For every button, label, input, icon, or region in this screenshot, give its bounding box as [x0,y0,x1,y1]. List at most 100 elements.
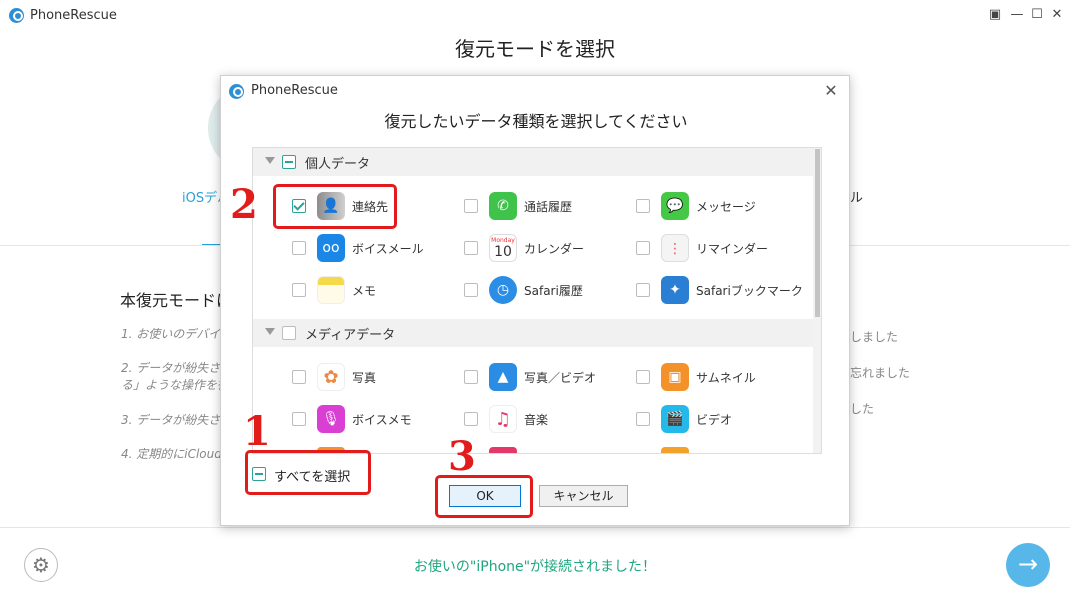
item-checkbox[interactable] [464,370,478,384]
item-voicemail[interactable]: oo ボイスメール [284,233,454,263]
annotation-box-select-all [245,450,371,495]
info-heading: 本復元モードに [120,291,233,310]
item-thumbnails[interactable]: ▣ サムネイル [628,362,798,392]
annotation-box-ok [435,475,533,518]
category-checkbox[interactable] [282,326,296,340]
app-logo-icon [9,8,24,23]
item-checkbox[interactable] [464,283,478,297]
item-notes[interactable]: メモ [284,275,454,305]
item-checkbox[interactable] [636,370,650,384]
item-checkbox[interactable] [292,283,306,297]
item-safari-bookmarks[interactable]: ✦ Safariブックマーク [628,275,803,305]
restore-icon[interactable]: ▣ [986,5,1004,25]
item-label: メモ [352,284,377,298]
item-checkbox[interactable] [292,412,306,426]
item-reminders[interactable]: ⋮ リマインダー [628,233,798,263]
item-messages[interactable]: 💬 メッセージ [628,191,798,221]
app-title: PhoneRescue [30,8,117,23]
list-scrollbar[interactable] [813,148,821,453]
scrollbar-thumb[interactable] [815,149,820,317]
dialog-close-icon[interactable]: ✕ [821,81,841,101]
info-line-right: しました [850,330,899,344]
voicemail-icon: oo [317,234,345,262]
item-call-history[interactable]: ✆ 通話履歴 [456,191,626,221]
annotation-step-2: 2 [230,181,258,228]
item-label: サムネイル [696,371,756,385]
maximize-button[interactable]: ☐ [1028,5,1046,25]
item-photos[interactable]: ✿ 写真 [284,362,454,392]
mode-label-right[interactable]: ル [850,187,863,206]
annotation-step-3: 3 [448,433,476,480]
cut-off-icon [489,447,517,453]
close-button[interactable]: ✕ [1048,5,1066,25]
expand-caret-icon[interactable] [265,157,275,164]
item-checkbox[interactable] [464,241,478,255]
item-checkbox[interactable] [636,412,650,426]
photos-icon: ✿ [317,363,345,391]
info-line-right: 忘れました [850,366,911,380]
cut-off-icon [661,447,689,453]
next-arrow-button[interactable]: → [1006,543,1050,587]
dialog-app-name: PhoneRescue [251,83,338,98]
item-label: 写真 [352,371,377,385]
item-label: Safariブックマーク [696,284,803,298]
video-icon: 🎬 [661,405,689,433]
phone-icon: ✆ [489,192,517,220]
item-label: 写真／ビデオ [524,371,597,385]
item-checkbox[interactable] [292,370,306,384]
item-label: ビデオ [696,413,733,427]
info-line: 3. データが紛失され [121,413,233,427]
page-title: 復元モードを選択 [455,37,615,61]
item-checkbox[interactable] [636,241,650,255]
calendar-day: 10 [494,244,512,260]
item-voice-memos[interactable]: 🎙 ボイスメモ [284,404,454,434]
dialog-logo-icon [229,84,244,99]
item-checkbox[interactable] [292,241,306,255]
item-photo-video[interactable]: ▲ 写真／ビデオ [456,362,626,392]
item-music[interactable]: ♫ 音楽 [456,404,626,434]
calendar-icon: Monday 10 [489,234,517,262]
info-line: 4. 定期的にiCloud [121,447,222,461]
photo-video-icon: ▲ [489,363,517,391]
item-safari-history[interactable]: ◷ Safari履歴 [456,275,626,305]
messages-icon: 💬 [661,192,689,220]
item-label: カレンダー [524,242,585,256]
annotation-step-1: 1 [243,408,271,455]
category-label: メディアデータ [305,328,396,343]
item-label: 通話履歴 [524,200,573,214]
item-checkbox[interactable] [464,199,478,213]
item-label: リマインダー [696,242,769,256]
dialog-heading: 復元したいデータ種類を選択してください [384,112,688,131]
reminders-icon: ⋮ [661,234,689,262]
category-checkbox[interactable] [282,155,296,169]
notes-icon [317,276,345,304]
expand-caret-icon[interactable] [265,328,275,335]
safari-history-icon: ◷ [489,276,517,304]
connection-status: お使いの"iPhone"が接続されました！ [413,559,657,575]
category-label: 個人データ [305,157,371,172]
item-checkbox[interactable] [636,199,650,213]
item-label: 音楽 [524,413,549,427]
category-media-data[interactable]: メディアデータ [253,319,813,347]
info-line: る」ような操作を行 [121,378,230,392]
item-label: ボイスメール [352,242,424,256]
item-label: Safari履歴 [524,284,583,298]
item-video[interactable]: 🎬 ビデオ [628,404,798,434]
info-line: 1. お使いのデバイス [121,327,232,341]
minimize-button[interactable]: — [1008,5,1026,25]
category-personal-data[interactable]: 個人データ [253,148,813,176]
thumbnail-icon: ▣ [661,363,689,391]
safari-bookmark-icon: ✦ [661,276,689,304]
item-calendar[interactable]: Monday 10 カレンダー [456,233,626,263]
music-icon: ♫ [489,405,517,433]
info-line: 2. データが紛失され [121,361,233,375]
footer-divider [0,527,1070,528]
item-label: メッセージ [696,200,756,214]
item-checkbox[interactable] [464,412,478,426]
item-checkbox[interactable] [636,283,650,297]
annotation-box-contacts [273,184,397,229]
title-bar: PhoneRescue ▣ — ☐ ✕ [0,0,1070,32]
cancel-button[interactable]: キャンセル [539,485,628,507]
info-line-right: した [850,402,875,416]
voice-memo-icon: 🎙 [317,405,345,433]
